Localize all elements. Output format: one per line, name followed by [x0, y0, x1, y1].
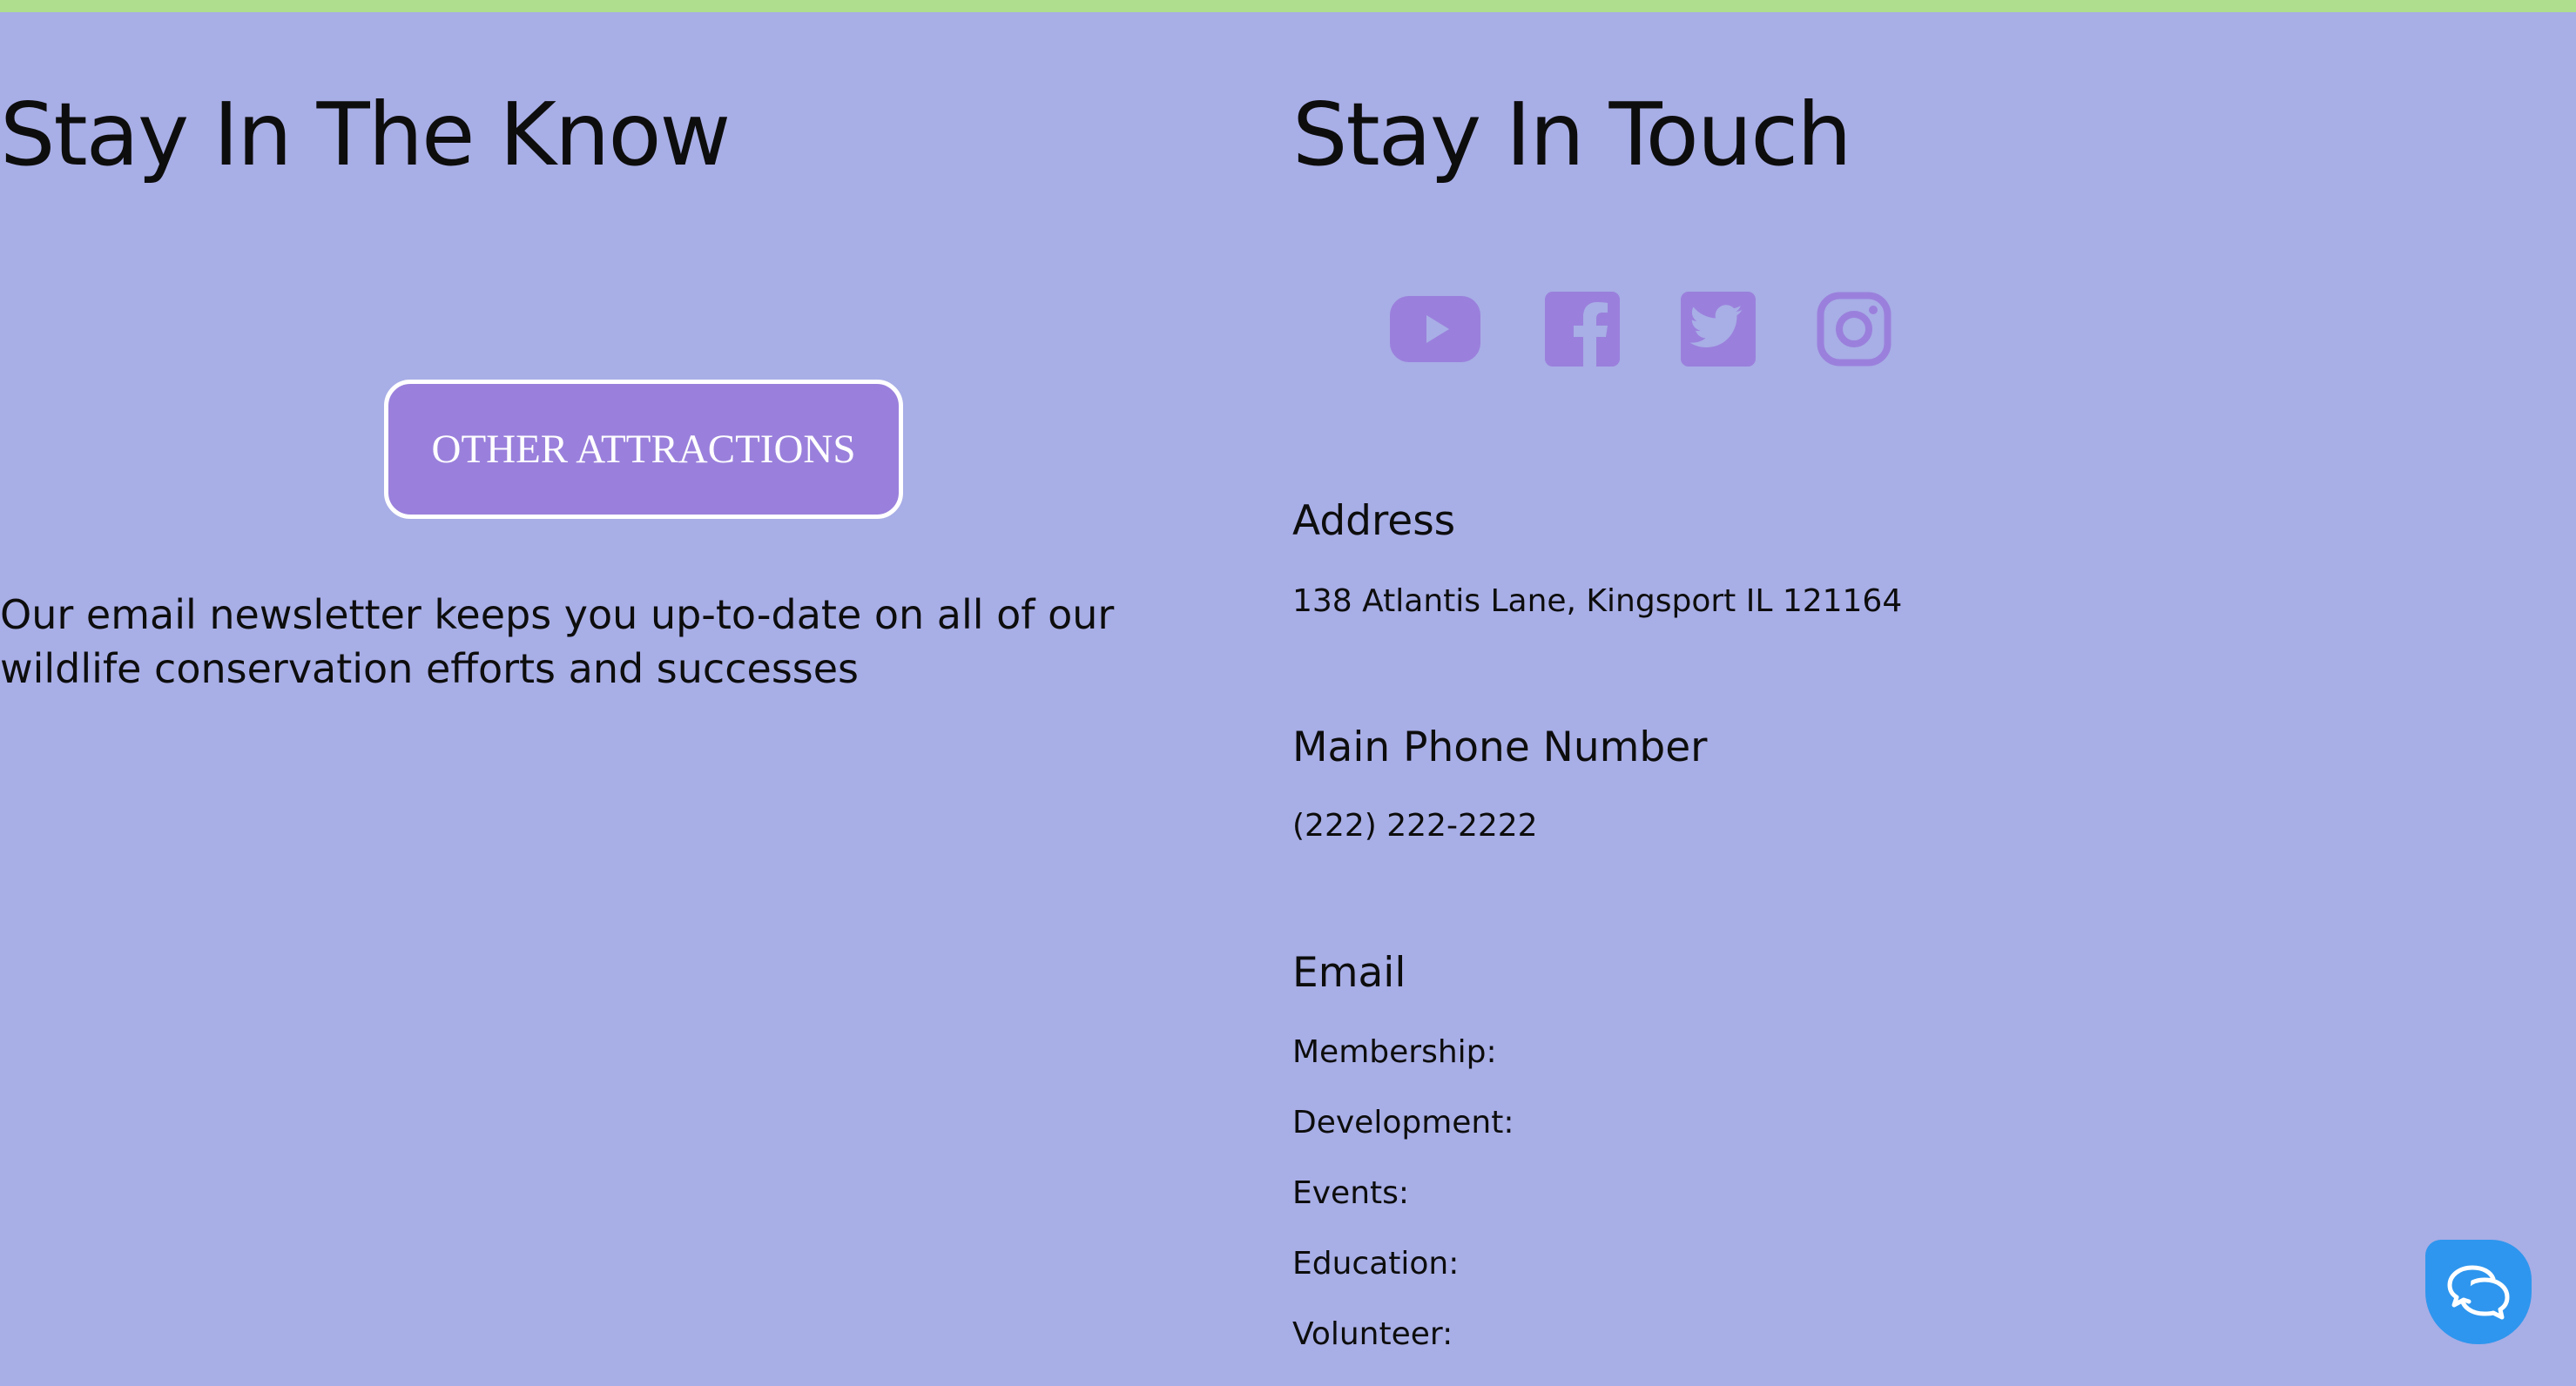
instagram-icon: [1817, 292, 1892, 367]
email-heading: Email: [1292, 949, 1406, 997]
email-volunteer-label: Volunteer:: [1292, 1316, 1453, 1352]
address-heading: Address: [1292, 497, 1456, 545]
phone-heading: Main Phone Number: [1292, 723, 1708, 771]
phone-number: (222) 222-2222: [1292, 808, 1538, 844]
chat-bubbles-icon: [2447, 1265, 2510, 1320]
newsletter-description: Our email newsletter keeps you up-to-dat…: [0, 591, 1115, 692]
top-accent-bar: [0, 0, 2576, 12]
facebook-icon: [1545, 292, 1620, 367]
facebook-link[interactable]: [1537, 291, 1628, 367]
address-text: 138 Atlantis Lane, Kingsport IL 121164: [1292, 583, 1903, 619]
twitter-icon: [1681, 292, 1756, 367]
other-attractions-button[interactable]: OTHER ATTRACTIONS: [384, 380, 903, 519]
email-development-label: Development:: [1292, 1105, 1514, 1140]
email-events-label: Events:: [1292, 1175, 1410, 1211]
stay-in-touch-heading: Stay In Touch: [1292, 84, 1852, 185]
twitter-link[interactable]: [1673, 291, 1763, 367]
youtube-link[interactable]: [1390, 291, 1480, 367]
chat-widget-button[interactable]: [2425, 1240, 2532, 1344]
stay-in-the-know-heading: Stay In The Know: [0, 84, 731, 185]
youtube-icon: [1390, 296, 1480, 362]
email-education-label: Education:: [1292, 1246, 1460, 1282]
email-membership-label: Membership:: [1292, 1034, 1497, 1070]
instagram-link[interactable]: [1809, 291, 1899, 367]
